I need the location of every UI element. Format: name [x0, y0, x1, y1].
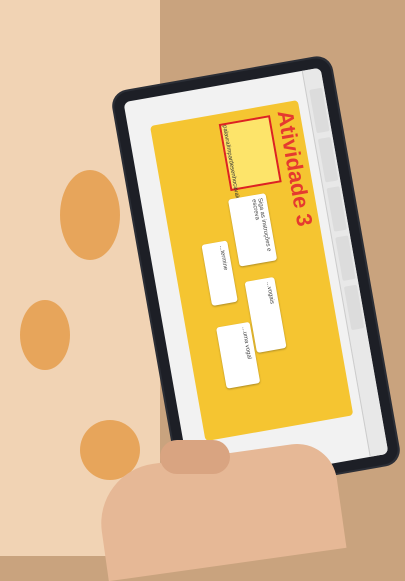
card-text: ...vogais: [264, 281, 275, 305]
browser-tab[interactable]: [343, 284, 365, 331]
browser-tab[interactable]: [335, 235, 356, 281]
word-item: desenho: [227, 160, 238, 184]
word-item: limpar: [224, 144, 234, 162]
instruction-card[interactable]: Siga as instruções e escreva: [227, 193, 278, 267]
card-text: ...termine: [217, 245, 229, 271]
browser-tab[interactable]: [309, 87, 330, 134]
word-item: palavra: [221, 124, 231, 146]
thumb: [160, 440, 230, 474]
browser-tab[interactable]: [317, 136, 339, 183]
word-list-box: palavra limpar desenho cavalo blusa: [218, 115, 282, 215]
photo-background: Atividade 3 palavra limpar desenho caval…: [0, 0, 405, 581]
answer-card[interactable]: ...termine: [201, 240, 238, 307]
tablet-screen: Atividade 3 palavra limpar desenho caval…: [123, 67, 389, 489]
card-text: ...uma vogal: [240, 326, 252, 360]
browser-tab[interactable]: [326, 186, 347, 232]
instruction-text: Siga as instruções e escreva: [250, 197, 272, 252]
